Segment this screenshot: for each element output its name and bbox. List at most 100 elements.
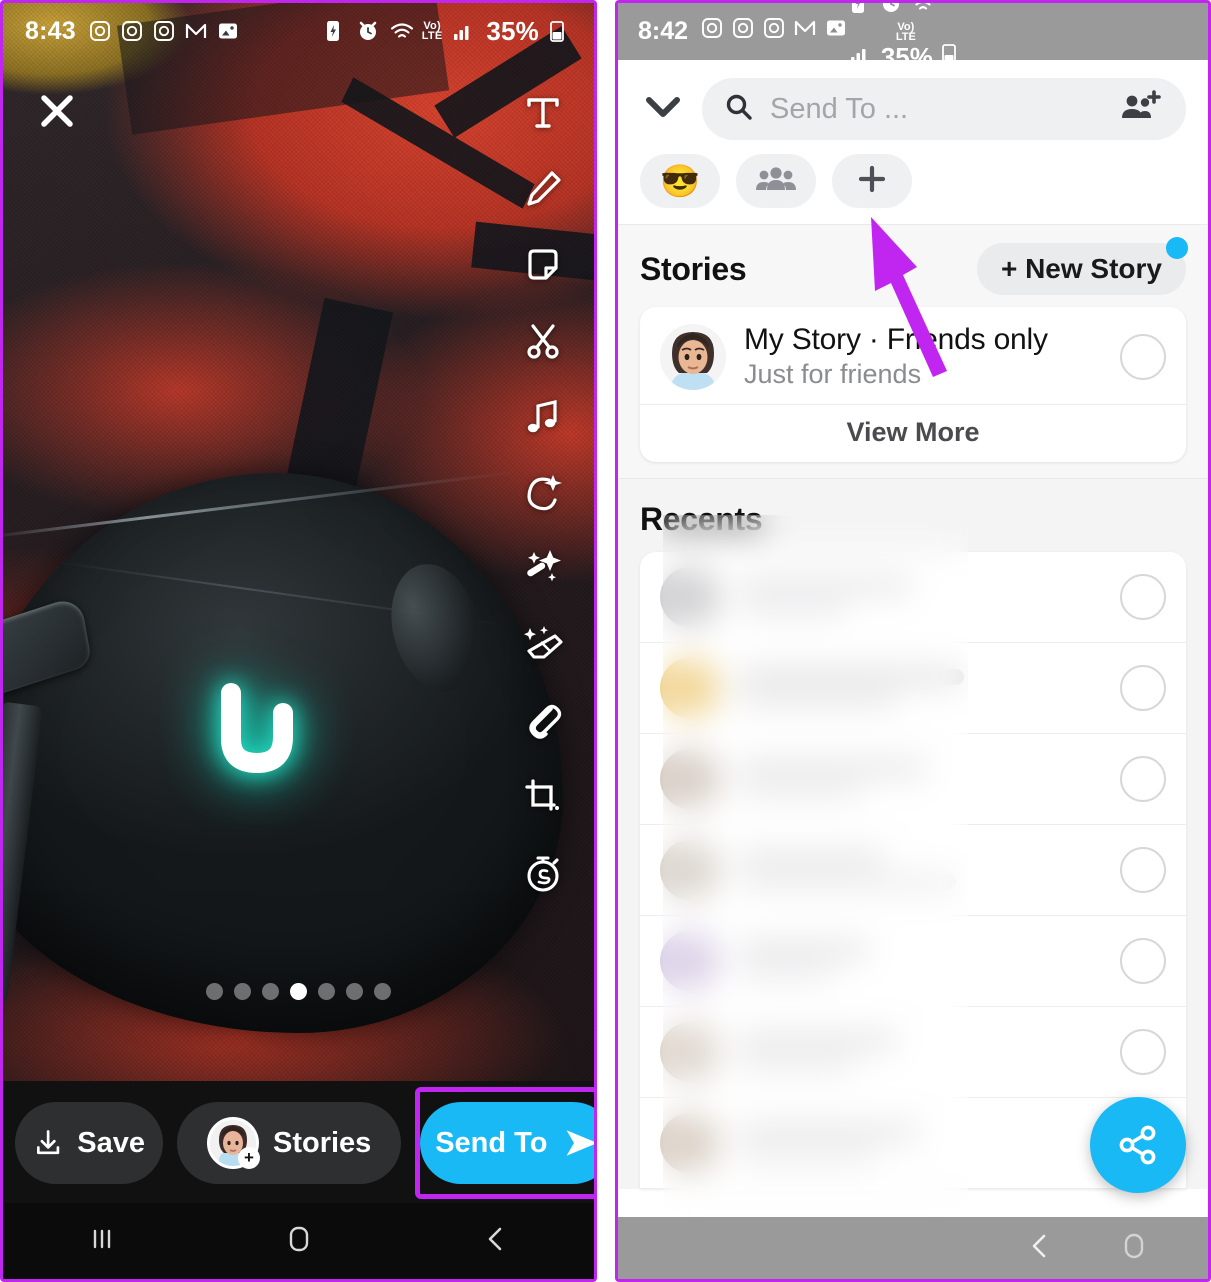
select-ring[interactable] [1120,938,1166,984]
android-nav-bar-right [618,1217,1208,1279]
mouse-logo-icon [199,665,319,785]
list-item[interactable] [640,552,1186,643]
carousel-dot[interactable] [206,983,223,1000]
new-story-badge-dot [1166,237,1188,259]
select-ring[interactable] [1120,574,1166,620]
paperclip-icon[interactable] [510,683,576,759]
list-item[interactable] [640,825,1186,916]
instagram-icon [88,19,112,43]
gmail-icon [793,16,817,40]
bitmoji-avatar [660,323,726,390]
select-ring[interactable] [1120,756,1166,802]
scissors-icon[interactable] [510,303,576,379]
view-more-button[interactable]: View More [640,404,1186,462]
my-story-text: My Story · Friends only Just for friends [744,323,1102,390]
volte-icon: Vo) LTE [421,20,443,42]
share-button[interactable] [1090,1097,1186,1193]
carousel-dot[interactable] [318,983,335,1000]
android-status-bar-right: 8:42 Vo) LTE 35% [618,3,1208,72]
filter-carousel-dots[interactable] [3,983,594,1000]
lens-star-icon[interactable] [510,455,576,531]
download-icon [37,1130,60,1155]
redacted-name [738,1117,1102,1170]
text-tool[interactable] [510,75,576,151]
select-ring[interactable] [1120,1029,1166,1075]
group-icon [756,165,796,198]
quick-send-chip-row: 😎 [618,150,1208,224]
stories-button[interactable]: + Stories [177,1102,402,1184]
search-input[interactable]: Send To ... [702,78,1186,140]
editor-tool-rail [510,75,576,911]
back-button[interactable] [1022,1228,1058,1269]
snap-preview-photo[interactable] [3,3,594,1081]
carousel-dot[interactable] [346,983,363,1000]
android-nav-bar-left [3,1203,594,1279]
list-item[interactable] [640,916,1186,1007]
carousel-dot[interactable] [374,983,391,1000]
my-story-row[interactable]: My Story · Friends only Just for friends [640,307,1186,404]
editor-action-bar: Save + Stories Send To [3,1081,594,1205]
gallery-icon [824,16,848,40]
pencil-icon[interactable] [510,151,576,227]
home-button[interactable] [280,1220,318,1263]
list-item[interactable] [640,643,1186,734]
close-icon[interactable] [33,87,81,135]
recents-list [640,552,1186,1189]
instagram-icon [762,16,786,40]
status-notification-icons [700,16,848,47]
home-button[interactable] [1116,1228,1152,1269]
carousel-dot[interactable] [262,983,279,1000]
sticker-icon[interactable] [510,227,576,303]
chip-add-new[interactable] [832,154,912,208]
add-friends-icon[interactable] [1120,89,1164,129]
recents-button[interactable] [83,1220,121,1263]
stories-section: Stories + New Story My Story · Friends o… [618,225,1208,478]
carousel-dot[interactable] [234,983,251,1000]
chip-my-bitmoji[interactable]: 😎 [640,154,720,208]
my-story-select-ring[interactable] [1120,333,1166,380]
save-button[interactable]: Save [15,1102,163,1184]
music-note-icon[interactable] [510,379,576,455]
stories-section-title: Stories [640,250,747,287]
add-to-story-badge: + [238,1147,260,1169]
redacted-name [738,753,1102,806]
magic-eraser-icon[interactable] [510,607,576,683]
status-clock: 8:43 [25,16,76,45]
send-to-label: Send To [435,1126,548,1159]
redacted-name [738,935,1102,988]
plus-icon [855,162,889,201]
volte-icon: Vo) LTE [895,20,916,43]
select-ring[interactable] [1120,847,1166,893]
redacted-name [738,662,1102,715]
search-icon [724,92,754,127]
select-ring[interactable] [1120,665,1166,711]
status-clock: 8:42 [638,17,689,45]
avatar [660,567,720,627]
new-story-button[interactable]: + New Story [976,237,1188,295]
list-item[interactable] [640,734,1186,825]
alarm-icon [356,19,380,43]
search-placeholder: Send To ... [770,92,909,125]
instagram-icon [120,19,144,43]
avatar [660,658,720,718]
my-story-subtitle: Just for friends [744,359,922,389]
gmail-icon [184,19,208,43]
sunglasses-emoji-icon: 😎 [660,163,700,199]
carousel-dot-active[interactable] [290,983,307,1000]
back-button[interactable] [477,1220,515,1263]
stories-label: Stories [273,1126,372,1159]
signal-icon [451,19,475,43]
wifi-icon [910,3,934,15]
right-phone-panel: 8:42 Vo) LTE 35% Send To ... 😎 Stories +… [615,0,1211,1282]
redacted-name [738,571,1102,624]
chip-group[interactable] [736,154,816,208]
crop-icon[interactable] [510,759,576,835]
send-to-button[interactable]: Send To [420,1102,594,1184]
alarm-icon [879,3,903,15]
list-item[interactable] [640,1007,1186,1098]
chevron-down-icon[interactable] [640,89,686,130]
gallery-icon [216,19,240,43]
timer-icon[interactable] [510,835,576,911]
magic-wand-icon[interactable] [510,531,576,607]
battery-percent: 35% [486,15,539,46]
